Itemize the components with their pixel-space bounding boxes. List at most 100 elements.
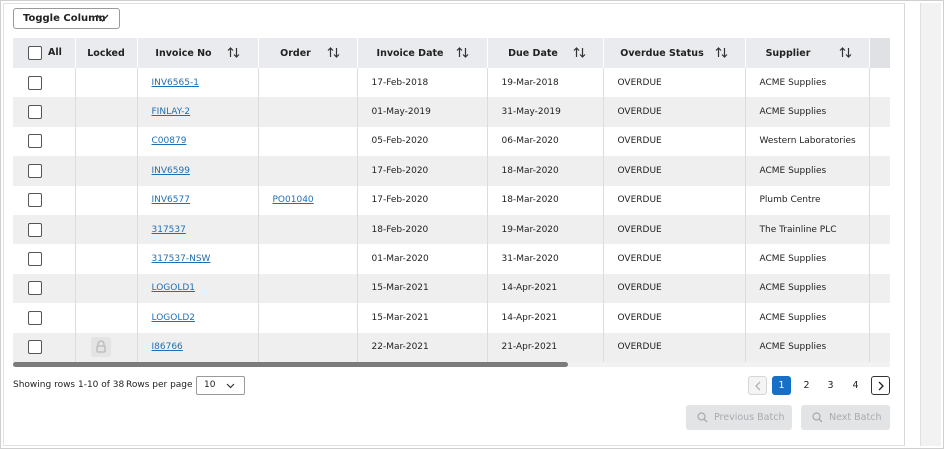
rows-per-page-select[interactable]: 10	[196, 376, 245, 395]
sort-arrows-icon[interactable]	[715, 46, 728, 59]
table-row[interactable]: LOGOLD2 15-Mar-2021 14-Apr-2021 OVERDUE …	[13, 303, 890, 333]
table-row[interactable]: INV6599 17-Feb-2020 18-Mar-2020 OVERDUE …	[13, 156, 890, 186]
header-overdue-status[interactable]: Overdue Status	[603, 38, 746, 68]
invoice-no-cell[interactable]: INV6577	[137, 185, 259, 215]
invoice-link[interactable]: INV6599	[152, 166, 190, 176]
invoice-no-cell[interactable]: C00879	[137, 126, 259, 157]
row-checkbox[interactable]	[28, 310, 42, 325]
sort-arrows-icon[interactable]	[327, 46, 340, 59]
invoice-date-cell: 22-Mar-2021	[357, 332, 488, 362]
invoice-link[interactable]: LOGOLD1	[152, 283, 196, 293]
page-button-3[interactable]: 3	[821, 376, 840, 395]
table-row[interactable]: I86766 22-Mar-2021 21-Apr-2021 OVERDUE A…	[13, 332, 890, 362]
row-checkbox[interactable]	[28, 281, 42, 296]
supplier-cell: ACME Supplies	[745, 244, 870, 274]
row-checkbox[interactable]	[28, 252, 42, 267]
invoice-date-cell: 05-Feb-2020	[357, 126, 488, 157]
header-invoice-date[interactable]: Invoice Date	[357, 38, 488, 68]
invoice-date-cell: 15-Mar-2021	[357, 303, 488, 333]
next-page-button[interactable]	[871, 376, 890, 395]
invoice-no-cell[interactable]: LOGOLD1	[137, 273, 259, 304]
invoice-date-cell: 15-Mar-2021	[357, 273, 488, 304]
table-row[interactable]: C00879 05-Feb-2020 06-Mar-2020 OVERDUE W…	[13, 126, 890, 157]
page-button-4[interactable]: 4	[846, 376, 865, 395]
header-due-date[interactable]: Due Date	[487, 38, 604, 68]
invoice-link[interactable]: INV6565-1	[152, 78, 199, 88]
invoice-link[interactable]: 317537-NSW	[152, 254, 211, 264]
invoice-date-cell: 17-Feb-2020	[357, 156, 488, 186]
order-link[interactable]: PO01040	[273, 195, 314, 205]
invoice-link[interactable]: C00879	[152, 136, 187, 146]
row-select-cell[interactable]	[13, 273, 76, 304]
row-checkbox[interactable]	[28, 222, 42, 237]
invoice-no-cell[interactable]: I86766	[137, 332, 259, 362]
invoice-no-cell[interactable]: 317537-NSW	[137, 244, 259, 274]
row-checkbox[interactable]	[28, 105, 42, 120]
overdue-status-cell: OVERDUE	[603, 68, 746, 98]
header-order[interactable]: Order	[258, 38, 358, 68]
table-row[interactable]: LOGOLD1 15-Mar-2021 14-Apr-2021 OVERDUE …	[13, 273, 890, 304]
invoice-date-cell: 17-Feb-2018	[357, 68, 488, 98]
extra-cell	[869, 214, 890, 245]
horizontal-scrollbar-thumb[interactable]	[13, 362, 568, 367]
row-checkbox[interactable]	[28, 340, 42, 355]
invoice-link[interactable]: 317537	[152, 225, 186, 235]
invoice-date-cell: 18-Feb-2020	[357, 214, 488, 245]
row-checkbox[interactable]	[28, 75, 42, 90]
due-date-cell: 14-Apr-2021	[487, 303, 604, 333]
lock-icon	[90, 337, 111, 358]
sort-arrows-icon[interactable]	[227, 46, 240, 59]
table-row[interactable]: FINLAY-2 01-May-2019 31-May-2019 OVERDUE…	[13, 97, 890, 127]
row-select-cell[interactable]	[13, 156, 76, 186]
overdue-status-cell: OVERDUE	[603, 273, 746, 304]
table-row[interactable]: INV6577 PO01040 17-Feb-2020 18-Mar-2020 …	[13, 185, 890, 215]
previous-batch-button[interactable]: Previous Batch	[686, 405, 792, 430]
toggle-column-label: Toggle Column	[23, 13, 106, 24]
invoice-link[interactable]: LOGOLD2	[152, 313, 196, 323]
vertical-scrollbar[interactable]	[920, 3, 941, 446]
row-select-cell[interactable]	[13, 303, 76, 333]
invoice-no-cell[interactable]: INV6599	[137, 156, 259, 186]
row-select-cell[interactable]	[13, 68, 76, 98]
sort-arrows-icon[interactable]	[573, 46, 586, 59]
row-select-cell[interactable]	[13, 332, 76, 362]
row-checkbox[interactable]	[28, 163, 42, 178]
locked-cell	[75, 97, 138, 127]
next-batch-button[interactable]: Next Batch	[801, 405, 890, 430]
rows-per-page-label: Rows per page	[126, 380, 193, 390]
invoice-no-cell[interactable]: 317537	[137, 214, 259, 245]
toggle-column-button[interactable]: Toggle Column	[13, 8, 120, 29]
header-order-label: Order	[280, 47, 311, 59]
row-select-cell[interactable]	[13, 126, 76, 157]
page-button-1[interactable]: 1	[772, 376, 791, 395]
invoice-link[interactable]: I86766	[152, 342, 183, 352]
invoice-no-cell[interactable]: FINLAY-2	[137, 97, 259, 127]
locked-cell	[75, 303, 138, 333]
previous-page-button[interactable]	[748, 376, 767, 395]
header-invoice-no[interactable]: Invoice No	[137, 38, 259, 68]
chevron-left-icon	[755, 381, 761, 391]
header-select-all[interactable]: All	[13, 38, 76, 68]
invoice-no-cell[interactable]: INV6565-1	[137, 68, 259, 98]
invoice-link[interactable]: FINLAY-2	[152, 107, 191, 117]
header-supplier[interactable]: Supplier	[745, 38, 870, 68]
table-row[interactable]: 317537 18-Feb-2020 19-Mar-2020 OVERDUE T…	[13, 214, 890, 245]
row-select-cell[interactable]	[13, 244, 76, 274]
invoice-table: All Locked Invoice No Order Invoice Date…	[13, 38, 890, 362]
table-row[interactable]: 317537-NSW 01-Mar-2020 31-Mar-2020 OVERD…	[13, 244, 890, 274]
due-date-cell: 31-Mar-2020	[487, 244, 604, 274]
invoice-no-cell[interactable]: LOGOLD2	[137, 303, 259, 333]
locked-cell	[75, 126, 138, 157]
row-select-cell[interactable]	[13, 185, 76, 215]
sort-arrows-icon[interactable]	[456, 46, 469, 59]
row-checkbox[interactable]	[28, 134, 42, 149]
row-select-cell[interactable]	[13, 214, 76, 245]
sort-arrows-icon[interactable]	[839, 46, 852, 59]
table-row[interactable]: INV6565-1 17-Feb-2018 19-Mar-2018 OVERDU…	[13, 68, 890, 98]
page-button-2[interactable]: 2	[797, 376, 816, 395]
invoice-link[interactable]: INV6577	[152, 195, 190, 205]
row-select-cell[interactable]	[13, 97, 76, 127]
row-checkbox[interactable]	[28, 193, 42, 208]
select-all-checkbox[interactable]	[28, 46, 42, 60]
order-cell	[258, 332, 358, 362]
